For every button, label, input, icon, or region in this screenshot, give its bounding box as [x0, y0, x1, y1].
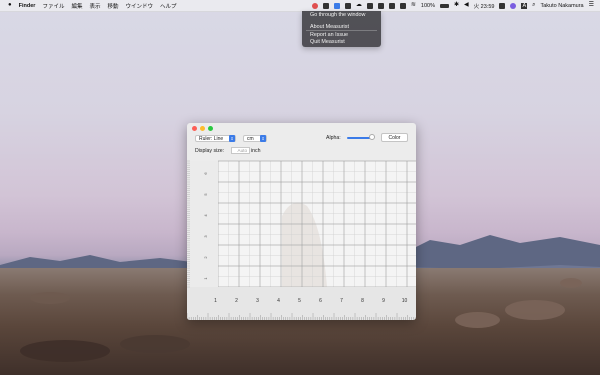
measurist-status-menu: Go through the window About Measurist Re… [302, 11, 381, 47]
bluetooth-icon[interactable]: ✱ [454, 0, 459, 11]
status-app-icon[interactable] [311, 2, 318, 9]
ruler-area[interactable]: 123456789101234567 [187, 151, 416, 320]
ruler-x-tick-label: 7 [340, 298, 343, 304]
chevron-updown-icon: ⇕ [260, 135, 266, 142]
rock [455, 312, 500, 328]
close-button[interactable] [192, 126, 197, 131]
rock [560, 278, 582, 288]
ruler-x-tick-label: 10 [402, 298, 408, 304]
status-app-icon[interactable] [499, 2, 506, 9]
notification-center-icon[interactable]: ☰ [589, 0, 594, 11]
color-button[interactable]: Color [381, 133, 408, 142]
menu-bar: ● Finder ファイル 編集 表示 移動 ウインドウ ヘルプ ☁ ≋ 100… [0, 0, 600, 12]
unit-value: cm [247, 136, 254, 142]
ruler-x-tick-label: 4 [277, 298, 280, 304]
menu-window[interactable]: ウインドウ [126, 2, 154, 10]
battery-icon[interactable] [440, 3, 449, 8]
ruler-type-select[interactable]: Ruler: Line ⇕ [195, 135, 236, 142]
clock[interactable]: 火 23:59 [474, 2, 495, 10]
volume-icon[interactable]: ◀ [464, 0, 469, 11]
measurist-window: Ruler: Line ⇕ cm ⇕ Alpha: Color Display … [187, 123, 416, 320]
battery-percent[interactable]: 100% [421, 3, 435, 9]
rock [505, 300, 565, 320]
status-app-icon[interactable] [399, 2, 406, 9]
display-size-label: Display size: [195, 148, 225, 154]
ruler-x-tick-label: 9 [382, 298, 385, 304]
ruler-type-value: Ruler: Line [199, 136, 224, 142]
display-size-input[interactable]: Auto [231, 147, 250, 154]
menu-item-report-issue[interactable]: Report an Issue [310, 32, 348, 38]
user-name[interactable]: Takuto Nakamura [541, 3, 584, 9]
menu-separator [306, 30, 377, 31]
measurist-ruler-icon[interactable] [333, 2, 340, 9]
status-app-icon[interactable] [344, 2, 351, 9]
ruler-x-tick-label: 3 [256, 298, 259, 304]
wifi-icon[interactable]: ≋ [411, 0, 416, 11]
ruler-x-tick-label: 8 [361, 298, 364, 304]
display-size-unit: inch [251, 148, 261, 154]
alpha-label: Alpha: [326, 135, 341, 141]
menu-item-quit[interactable]: Quit Measurist [310, 39, 345, 45]
menu-file[interactable]: ファイル [42, 2, 64, 10]
minimize-button[interactable] [200, 126, 205, 131]
ruler-x-tick-label: 2 [235, 298, 238, 304]
rock [20, 340, 110, 362]
status-app-icon[interactable] [322, 2, 329, 9]
menu-view[interactable]: 表示 [89, 2, 100, 10]
rock [30, 292, 70, 304]
menu-edit[interactable]: 編集 [71, 2, 82, 10]
ruler-x-tick-label: 1 [214, 298, 217, 304]
menu-item-go-through-window[interactable]: Go through the window [310, 12, 365, 18]
status-app-icon[interactable] [388, 2, 395, 9]
user-avatar-icon[interactable] [510, 2, 517, 9]
zoom-button[interactable] [208, 126, 213, 131]
status-app-icon[interactable] [377, 2, 384, 9]
alpha-slider-knob[interactable] [369, 134, 375, 140]
status-app-icon[interactable] [366, 2, 373, 9]
ruler-canvas: 123456789101234567 [187, 151, 416, 320]
apple-menu-icon[interactable]: ● [8, 0, 12, 11]
input-source[interactable]: A [521, 2, 528, 9]
menu-item-about[interactable]: About Measurist [310, 24, 349, 30]
menu-help[interactable]: ヘルプ [160, 2, 177, 10]
menu-go[interactable]: 移動 [107, 2, 118, 10]
ruler-x-tick-label: 6 [319, 298, 322, 304]
spotlight-search-icon[interactable]: ⌕ [532, 0, 535, 11]
rock [120, 335, 190, 353]
unit-select[interactable]: cm ⇕ [243, 135, 267, 142]
cloud-icon[interactable]: ☁ [356, 0, 362, 11]
vertical-ruler-strip [187, 161, 218, 287]
menu-finder[interactable]: Finder [19, 3, 36, 9]
ruler-x-tick-label: 5 [298, 298, 301, 304]
chevron-updown-icon: ⇕ [229, 135, 235, 142]
